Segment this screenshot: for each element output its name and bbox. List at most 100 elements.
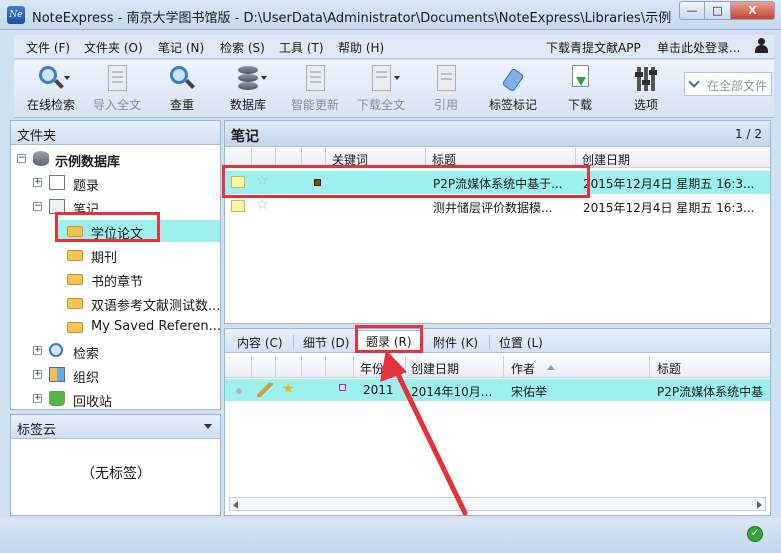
database-icon xyxy=(33,151,49,166)
download-fulltext-icon xyxy=(366,64,400,94)
download-fulltext-button[interactable]: 下载全文 xyxy=(354,64,408,116)
menu-folder[interactable]: 文件夹 (O) xyxy=(84,39,143,56)
folder-panel: 文件夹 − 示例数据库 + 题录 − 笔记 学位论文 期刊 书的章节 双语参考文… xyxy=(10,120,221,410)
menu-help[interactable]: 帮助 (H) xyxy=(338,39,384,56)
menu-note[interactable]: 笔记 (N) xyxy=(158,39,204,56)
tree-node-recycle-bin[interactable]: + 回收站 xyxy=(11,388,220,410)
search-icon xyxy=(49,343,63,357)
tree-node-search[interactable]: + 检索 xyxy=(11,340,220,362)
page-indicator: 1 / 2 xyxy=(735,127,762,141)
toolbar: 在线检索 导入全文 查重 数据库 智能更新 下载全文 引用 标签标记 下载 选项 xyxy=(14,60,774,118)
minimize-button[interactable]: — xyxy=(679,1,705,20)
smart-update-button[interactable]: 智能更新 xyxy=(288,64,342,116)
detail-panel: 内容 (C) 细节 (D) 题录 (R) 附件 (K) 位置 (L) 年份 创建… xyxy=(224,328,771,516)
options-icon xyxy=(631,64,661,94)
menu-search[interactable]: 检索 (S) xyxy=(220,39,265,56)
smart-update-icon xyxy=(300,64,330,94)
detail-grid-header: 年份 创建日期 作者 标题 xyxy=(225,356,770,378)
folder-icon xyxy=(67,274,83,285)
notes-list-panel: 笔记 1 / 2 关键词 标题 创建日期 ☆ P2P流媒体系统中基于... 20… xyxy=(224,120,771,324)
horizontal-scrollbar[interactable] xyxy=(229,497,766,511)
tree-node-database[interactable]: − 示例数据库 xyxy=(11,148,220,170)
user-icon[interactable] xyxy=(754,38,768,54)
recycle-bin-icon xyxy=(49,391,65,406)
database-button[interactable]: 数据库 xyxy=(226,64,270,116)
app-icon: Ne xyxy=(7,6,25,24)
tree-node-references[interactable]: + 题录 xyxy=(11,172,220,194)
star-icon[interactable]: ★ xyxy=(282,381,295,397)
online-search-button[interactable]: 在线检索 xyxy=(24,64,78,116)
download-button[interactable]: 下载 xyxy=(562,64,598,116)
tab-location[interactable]: 位置 (L) xyxy=(491,332,551,353)
search-globe-icon xyxy=(36,64,70,94)
collapse-toggle[interactable]: − xyxy=(33,202,42,211)
star-icon[interactable]: ☆ xyxy=(256,197,269,213)
tag-cloud-header[interactable]: 标签云 xyxy=(11,415,220,439)
label-marker-icon xyxy=(339,384,346,391)
expand-toggle[interactable]: + xyxy=(33,346,42,355)
tree-node-bilingual[interactable]: 双语参考文献测试数... xyxy=(57,292,220,314)
download-app-link[interactable]: 下载青提文献APP xyxy=(546,39,641,56)
cite-icon xyxy=(431,64,461,94)
expand-toggle[interactable]: + xyxy=(33,370,42,379)
window-title: NoteExpress - 南京大学图书馆版 - D:\UserData\Adm… xyxy=(32,11,672,26)
folder-panel-header: 文件夹 xyxy=(11,121,220,145)
tag-icon xyxy=(498,64,528,94)
organize-icon xyxy=(49,367,65,382)
scroll-left-icon[interactable] xyxy=(233,501,238,509)
tag-mark-button[interactable]: 标签标记 xyxy=(486,64,540,116)
expand-toggle[interactable]: + xyxy=(33,178,42,187)
status-ok-icon: ✓ xyxy=(747,526,763,542)
list-icon xyxy=(49,175,65,190)
notes-header: 笔记 1 / 2 xyxy=(225,121,770,147)
import-document-icon xyxy=(102,64,132,94)
note-icon xyxy=(231,200,245,212)
tree-node-journal[interactable]: 期刊 xyxy=(57,244,220,266)
chevron-down-icon[interactable] xyxy=(688,76,700,88)
column-author[interactable]: 作者 xyxy=(511,360,535,377)
title-bar: Ne NoteExpress - 南京大学图书馆版 - D:\UserData\… xyxy=(0,0,781,30)
folder-tree: − 示例数据库 + 题录 − 笔记 学位论文 期刊 书的章节 双语参考文献测试数… xyxy=(11,145,221,410)
annotation-box-reference-tab xyxy=(355,325,423,353)
table-row[interactable]: ★ 2011 2014年10月... 宋佑举 P2P流媒体系统中基 xyxy=(225,379,770,401)
column-year[interactable]: 年份 xyxy=(360,360,384,377)
tree-node-book-chapter[interactable]: 书的章节 xyxy=(57,268,220,290)
import-fulltext-button[interactable]: 导入全文 xyxy=(90,64,144,116)
tab-content[interactable]: 内容 (C) xyxy=(229,332,291,353)
folder-icon xyxy=(67,322,83,333)
notes-title: 笔记 xyxy=(231,129,259,145)
folder-icon xyxy=(67,298,83,309)
tab-details[interactable]: 细节 (D) xyxy=(295,332,357,353)
column-created-date[interactable]: 创建日期 xyxy=(411,360,459,377)
menu-tools[interactable]: 工具 (T) xyxy=(279,39,324,56)
close-button[interactable]: X xyxy=(731,1,775,20)
duplicate-check-button[interactable]: 查重 xyxy=(160,64,204,116)
login-link[interactable]: 单击此处登录... xyxy=(657,39,740,56)
annotation-box-note-row xyxy=(222,165,590,198)
attachment-icon xyxy=(257,383,273,397)
download-icon xyxy=(565,64,595,94)
annotation-box-thesis xyxy=(55,212,160,242)
tree-node-saved-references[interactable]: My Saved Referen... xyxy=(57,316,221,338)
cite-button[interactable]: 引用 xyxy=(426,64,466,116)
chevron-down-icon[interactable] xyxy=(204,424,212,429)
menu-bar: 文件 (F) 文件夹 (O) 笔记 (N) 检索 (S) 工具 (T) 帮助 (… xyxy=(14,35,774,59)
expand-toggle[interactable]: + xyxy=(33,394,42,403)
scroll-right-icon[interactable] xyxy=(757,501,762,509)
tag-cloud-panel: 标签云 （无标签） xyxy=(10,414,221,516)
sort-ascending-icon xyxy=(547,365,555,370)
collapse-toggle[interactable]: − xyxy=(17,154,26,163)
maximize-button[interactable]: □ xyxy=(705,1,731,20)
database-icon xyxy=(233,64,267,94)
menu-file[interactable]: 文件 (F) xyxy=(26,39,70,56)
column-title[interactable]: 标题 xyxy=(657,360,681,377)
options-button[interactable]: 选项 xyxy=(628,64,664,116)
status-bar: ✓ xyxy=(0,518,781,553)
tree-node-organize[interactable]: + 组织 xyxy=(11,364,220,386)
tab-attachments[interactable]: 附件 (K) xyxy=(425,332,486,353)
search-scope-input[interactable]: 在全部文件 xyxy=(684,72,772,96)
window-controls: — □ X xyxy=(679,1,775,20)
detail-tabs: 内容 (C) 细节 (D) 题录 (R) 附件 (K) 位置 (L) xyxy=(225,329,770,354)
table-row[interactable]: ☆ 测井储层评价数据模... 2015年12月4日 星期五 16:3... xyxy=(225,195,770,218)
no-tags-text: （无标签） xyxy=(81,466,151,482)
